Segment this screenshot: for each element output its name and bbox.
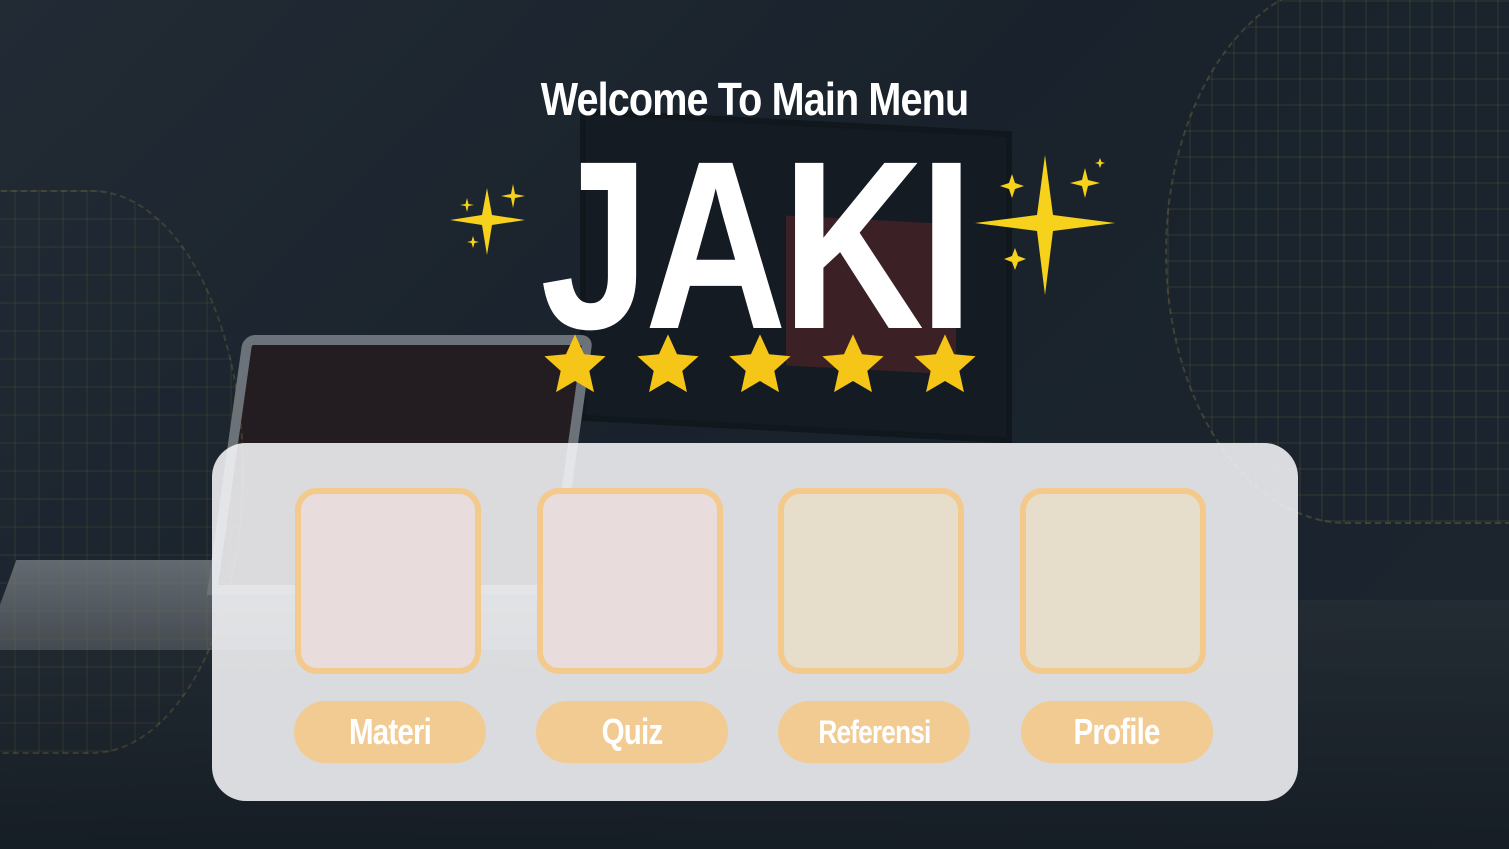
star-icon	[544, 334, 606, 393]
quiz-card[interactable]	[537, 488, 723, 674]
materi-button[interactable]: Materi	[294, 701, 486, 763]
referensi-label: Referensi	[817, 714, 931, 750]
materi-label: Materi	[348, 711, 432, 752]
app-title: JAKI	[540, 111, 974, 379]
sparkle-icon-right	[975, 155, 1115, 295]
profile-button[interactable]: Profile	[1021, 701, 1213, 763]
referensi-card[interactable]	[778, 488, 964, 674]
menu-panel: Materi Quiz Referensi Profile	[212, 443, 1298, 801]
star-icon	[729, 334, 791, 393]
profile-label: Profile	[1073, 711, 1161, 752]
sparkle-icon-left	[450, 184, 525, 255]
quiz-label: Quiz	[601, 711, 663, 752]
referensi-button[interactable]: Referensi	[778, 701, 970, 763]
star-icon	[636, 334, 699, 393]
star-icon	[821, 334, 884, 393]
materi-card[interactable]	[295, 488, 481, 674]
star-icon	[914, 334, 976, 393]
rating-stars	[540, 330, 980, 410]
profile-card[interactable]	[1020, 488, 1206, 674]
quiz-button[interactable]: Quiz	[536, 701, 728, 763]
